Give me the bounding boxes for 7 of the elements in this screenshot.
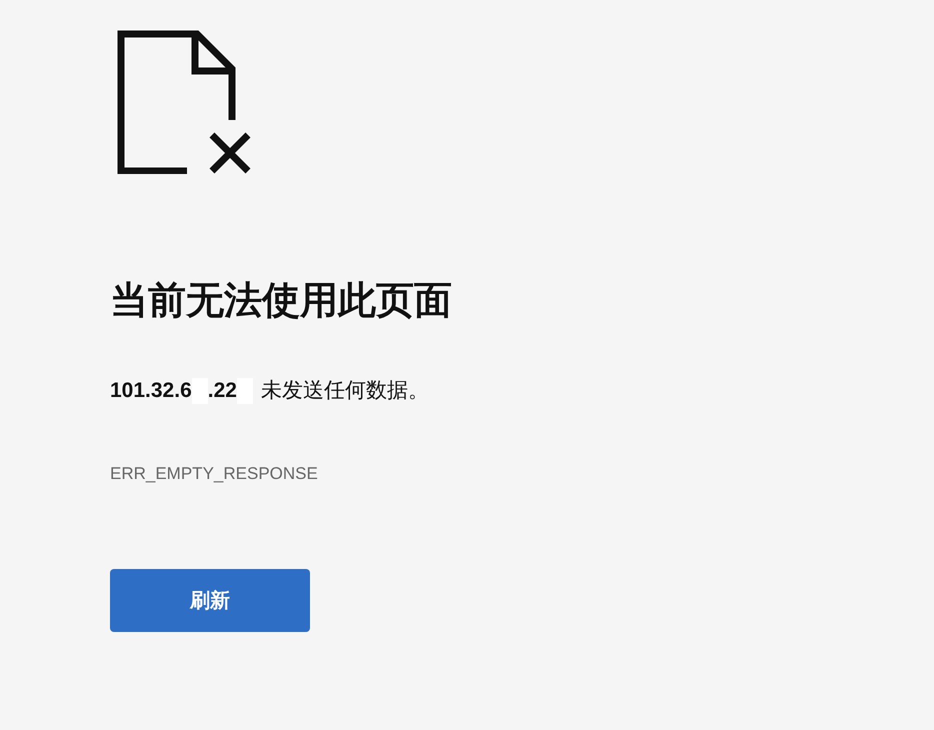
reload-button[interactable]: 刷新: [110, 569, 310, 632]
error-title: 当前无法使用此页面: [110, 279, 452, 324]
error-code: ERR_EMPTY_RESPONSE: [110, 464, 318, 484]
host-address: .22: [208, 378, 237, 404]
host-address: 101.32.6: [110, 378, 192, 404]
broken-file-icon: [117, 30, 253, 174]
error-message: 未发送任何数据。: [260, 378, 429, 404]
